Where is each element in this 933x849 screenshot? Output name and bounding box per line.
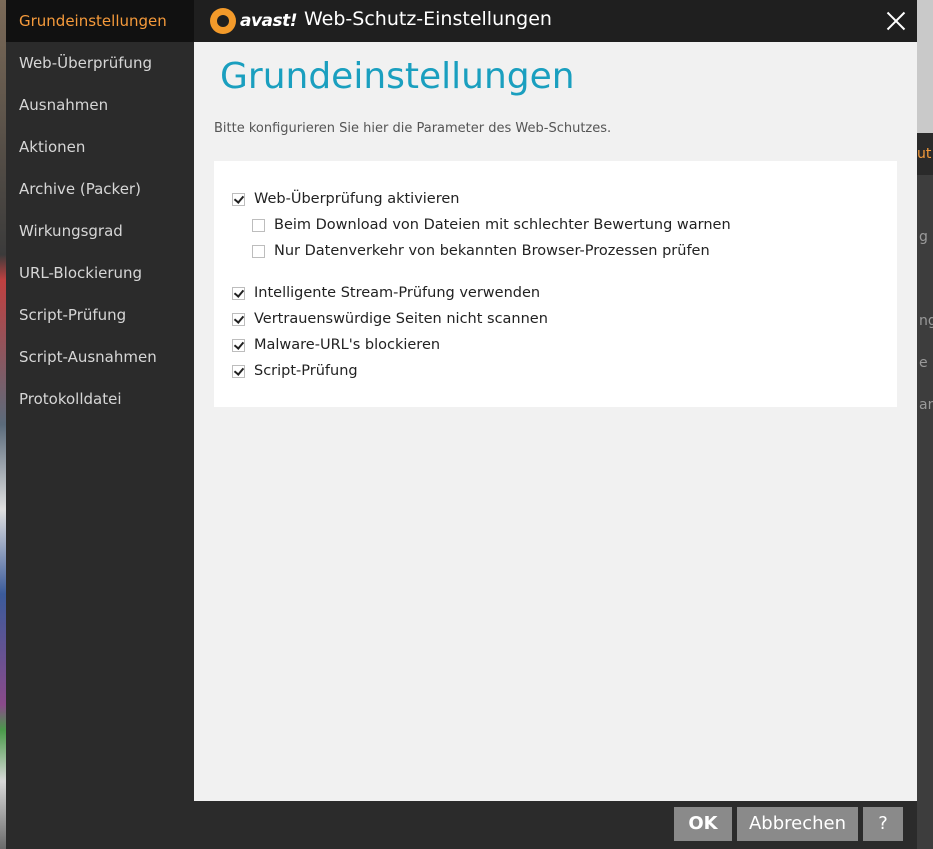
window-header: avast! Web-Schutz-Einstellungen bbox=[194, 0, 917, 42]
settings-sidebar: Grundeinstellungen Web-Überprüfung Ausna… bbox=[6, 0, 194, 849]
checkbox[interactable] bbox=[252, 218, 265, 232]
option-vertrauenswuerdige-seiten[interactable]: Vertrauenswürdige Seiten nicht scannen bbox=[232, 311, 548, 327]
help-button[interactable]: ? bbox=[863, 807, 903, 841]
option-script-pruefung[interactable]: Script-Prüfung bbox=[232, 363, 358, 379]
sidebar-item-ausnahmen[interactable]: Ausnahmen bbox=[6, 84, 194, 126]
option-label: Vertrauenswürdige Seiten nicht scannen bbox=[254, 311, 548, 327]
sidebar-item-wirkungsgrad[interactable]: Wirkungsgrad bbox=[6, 210, 194, 252]
background-text: and bbox=[919, 397, 933, 413]
checkbox[interactable] bbox=[232, 364, 245, 378]
avast-logo-text: avast! bbox=[240, 11, 298, 31]
checkbox[interactable] bbox=[232, 192, 245, 206]
option-nur-browser-prozesse[interactable]: Nur Datenverkehr von bekannten Browser-P… bbox=[252, 243, 710, 259]
option-malware-urls-blockieren[interactable]: Malware-URL's blockieren bbox=[232, 337, 440, 353]
background-text: ng bbox=[919, 313, 933, 329]
sidebar-item-web-ueberpruefung[interactable]: Web-Überprüfung bbox=[6, 42, 194, 84]
checkbox[interactable] bbox=[252, 244, 265, 258]
page-title: Grundeinstellungen bbox=[220, 56, 575, 97]
close-icon[interactable] bbox=[881, 6, 911, 36]
settings-content: Grundeinstellungen Bitte konfigurieren S… bbox=[194, 42, 917, 801]
option-label: Intelligente Stream-Prüfung verwenden bbox=[254, 285, 541, 301]
avast-logo: avast! bbox=[210, 6, 298, 36]
option-web-ueberpruefung-aktivieren[interactable]: Web-Überprüfung aktivieren bbox=[232, 191, 459, 207]
option-label: Script-Prüfung bbox=[254, 363, 358, 379]
sidebar-item-url-blockierung[interactable]: URL-Blockierung bbox=[6, 252, 194, 294]
sidebar-item-archive[interactable]: Archive (Packer) bbox=[6, 168, 194, 210]
page-description: Bitte konfigurieren Sie hier die Paramet… bbox=[214, 121, 612, 136]
option-download-warnen[interactable]: Beim Download von Dateien mit schlechter… bbox=[252, 217, 731, 233]
background-window-right: ut g ng e and bbox=[917, 0, 933, 849]
sidebar-item-script-ausnahmen[interactable]: Script-Ausnahmen bbox=[6, 336, 194, 378]
background-text: g bbox=[919, 229, 928, 245]
dialog-footer: OK Abbrechen ? bbox=[194, 801, 917, 849]
option-label: Beim Download von Dateien mit schlechter… bbox=[274, 217, 731, 233]
option-label: Web-Überprüfung aktivieren bbox=[254, 191, 460, 207]
sidebar-item-protokolldatei[interactable]: Protokolldatei bbox=[6, 378, 194, 420]
sidebar-item-aktionen[interactable]: Aktionen bbox=[6, 126, 194, 168]
option-label: Malware-URL's blockieren bbox=[254, 337, 441, 353]
option-intelligente-stream-pruefung[interactable]: Intelligente Stream-Prüfung verwenden bbox=[232, 285, 540, 301]
cancel-button[interactable]: Abbrechen bbox=[737, 807, 858, 841]
sidebar-item-script-pruefung[interactable]: Script-Prüfung bbox=[6, 294, 194, 336]
background-text: e bbox=[919, 355, 928, 371]
options-panel: Web-Überprüfung aktivieren Beim Download… bbox=[214, 161, 897, 407]
background-orange-text: ut bbox=[917, 133, 933, 175]
option-label: Nur Datenverkehr von bekannten Browser-P… bbox=[274, 243, 710, 259]
avast-ball-icon bbox=[210, 8, 236, 34]
checkbox[interactable] bbox=[232, 286, 245, 300]
checkbox[interactable] bbox=[232, 338, 245, 352]
window-title: Web-Schutz-Einstellungen bbox=[304, 8, 552, 30]
checkbox[interactable] bbox=[232, 312, 245, 326]
sidebar-item-grundeinstellungen[interactable]: Grundeinstellungen bbox=[6, 0, 194, 42]
ok-button[interactable]: OK bbox=[674, 807, 732, 841]
